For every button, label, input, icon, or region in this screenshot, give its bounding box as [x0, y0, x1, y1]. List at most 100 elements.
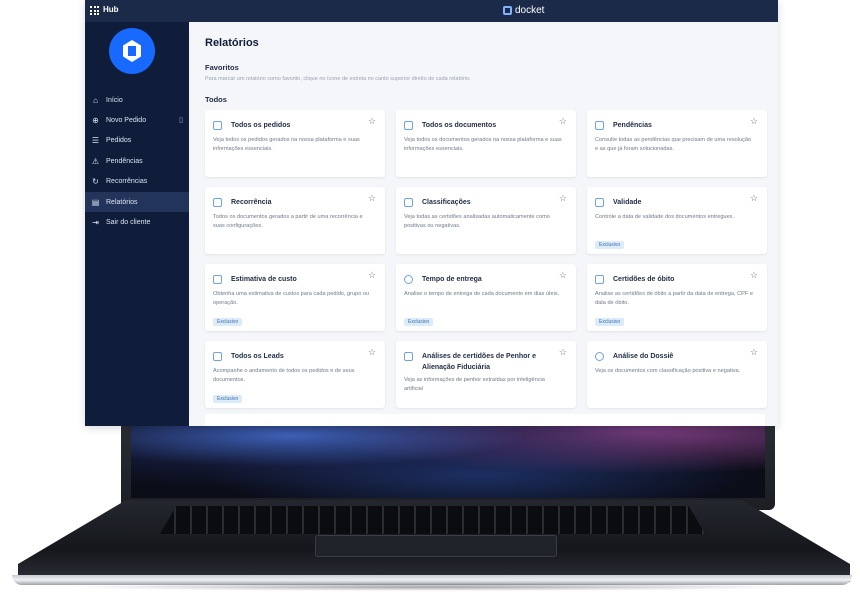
- client-logo[interactable]: [109, 28, 155, 74]
- warning-icon: ⚠: [91, 156, 100, 166]
- report-card-description: Obtenha uma estimativa de custos para ca…: [213, 291, 370, 306]
- report-card-validade[interactable]: Validade ☆ Controle a data de validade d…: [587, 187, 767, 254]
- report-card-description: Analise as certidões de óbito a partir d…: [595, 291, 753, 306]
- report-card-estimativa-de-custo[interactable]: Estimativa de custo ☆ Obtenha uma estima…: [205, 264, 385, 331]
- star-icon[interactable]: ☆: [750, 116, 758, 127]
- star-icon[interactable]: ☆: [750, 193, 758, 204]
- top-bar: Hub docket: [85, 0, 778, 22]
- report-card-description: Controle a data de validade dos document…: [595, 214, 735, 220]
- report-card-description: Veja todos os documentos gerados na noss…: [404, 137, 562, 152]
- document-icon: [404, 352, 413, 361]
- report-card-title: Classificações: [422, 199, 471, 206]
- star-icon[interactable]: ☆: [368, 270, 376, 281]
- brand-name: docket: [515, 5, 545, 16]
- star-icon[interactable]: ☆: [559, 116, 567, 127]
- app-window: Hub docket ⌂ Início ⊕ Novo Pedido ▯ ☰ Pe…: [85, 0, 778, 426]
- sidebar-item-pedidos[interactable]: ☰ Pedidos: [85, 131, 189, 151]
- document-icon: [213, 198, 222, 207]
- sidebar-nav: ⌂ Início ⊕ Novo Pedido ▯ ☰ Pedidos ⚠ Pen…: [85, 90, 189, 233]
- report-card-todos-os-leads[interactable]: Todos os Leads ☆ Acompanhe o andamento d…: [205, 341, 385, 408]
- sidebar-item-relatorios[interactable]: ▤ Relatórios: [85, 191, 189, 213]
- apps-grid-icon[interactable]: [90, 6, 99, 15]
- clock-icon: [404, 275, 413, 284]
- document-icon: [404, 121, 413, 130]
- warning-icon: [595, 121, 604, 130]
- report-card-title: Pendências: [613, 122, 652, 129]
- next-row-placeholder: [205, 414, 765, 426]
- report-card-title: Todos os Leads: [231, 353, 284, 360]
- docket-logo-icon: [123, 40, 141, 62]
- laptop-keyboard: [160, 506, 705, 534]
- report-card-title: Todos os pedidos: [231, 122, 291, 129]
- star-icon[interactable]: ☆: [559, 347, 567, 358]
- exclusive-badge: Exclusivo: [213, 318, 243, 326]
- report-card-classificacoes[interactable]: Classificações ☆ Veja todas as certidões…: [396, 187, 576, 254]
- sidebar-item-label: Pedidos: [106, 137, 132, 145]
- sidebar-item-sair-do-cliente[interactable]: ⇥ Sair do cliente: [85, 212, 189, 232]
- sidebar: ⌂ Início ⊕ Novo Pedido ▯ ☰ Pedidos ⚠ Pen…: [85, 22, 189, 426]
- report-card-analises-penhor[interactable]: Análises de certidões de Penhor e Aliena…: [396, 341, 576, 408]
- laptop-shadow: [60, 583, 800, 591]
- report-card-description: Analise o tempo de entrega de cada docum…: [404, 291, 560, 297]
- star-icon[interactable]: ☆: [368, 116, 376, 127]
- star-icon[interactable]: ☆: [368, 347, 376, 358]
- report-card-todos-os-documentos[interactable]: Todos os documentos ☆ Veja todos os docu…: [396, 110, 576, 177]
- report-card-certidoes-de-obito[interactable]: Certidões de óbito ☆ Analise as certidõe…: [587, 264, 767, 331]
- report-card-title: Todos os documentos: [422, 122, 497, 129]
- report-card-description: Veja os documentos com classificação pos…: [595, 368, 741, 374]
- exclusive-badge: Exclusivo: [595, 318, 625, 326]
- sidebar-item-pendencias[interactable]: ⚠ Pendências: [85, 151, 189, 171]
- report-card-todos-os-pedidos[interactable]: Todos os pedidos ☆ Veja todos os pedidos…: [205, 110, 385, 177]
- report-card-title: Análise do Dossiê: [613, 353, 674, 360]
- sidebar-item-label: Recorrências: [106, 178, 148, 186]
- search-document-icon: [595, 352, 604, 361]
- hourglass-icon: [595, 198, 604, 207]
- star-icon[interactable]: ☆: [750, 270, 758, 281]
- chart-icon: ▤: [91, 197, 100, 207]
- docket-logo-icon: [503, 6, 512, 15]
- sidebar-item-label: Início: [106, 96, 123, 104]
- sidebar-item-inicio[interactable]: ⌂ Início: [85, 90, 189, 110]
- report-card-title: Tempo de entrega: [422, 276, 482, 283]
- report-card-analise-do-dossie[interactable]: Análise do Dossiê ☆ Veja os documentos c…: [587, 341, 767, 408]
- laptop-wallpaper: [131, 420, 765, 498]
- report-card-description: Veja todas as certidões analisadas autom…: [404, 214, 550, 229]
- report-card-title: Certidões de óbito: [613, 276, 675, 283]
- report-card-pendencias[interactable]: Pendências ☆ Consulte todas as pendência…: [587, 110, 767, 177]
- sidebar-item-label: Relatórios: [106, 198, 138, 206]
- brand: docket: [503, 5, 544, 16]
- sidebar-item-label: Sair do cliente: [106, 219, 151, 227]
- plus-icon: ⊕: [92, 116, 99, 126]
- exclusive-badge: Exclusivo: [404, 318, 434, 326]
- favorites-hint: Para marcar um relatório como favorito, …: [205, 76, 471, 82]
- star-icon[interactable]: ☆: [559, 270, 567, 281]
- sidebar-item-label: Pendências: [106, 157, 143, 165]
- report-card-title: Recorrência: [231, 199, 272, 206]
- folder-icon: [213, 121, 222, 130]
- list-icon: ☰: [91, 136, 100, 146]
- star-icon[interactable]: ☆: [750, 347, 758, 358]
- document-icon: [595, 275, 604, 284]
- page-title: Relatórios: [205, 37, 259, 49]
- laptop-lid: [121, 420, 775, 510]
- sidebar-item-label: Novo Pedido: [106, 117, 147, 125]
- exclusive-badge: Exclusivo: [213, 395, 243, 403]
- all-reports-heading: Todos: [205, 95, 227, 104]
- main-content: Relatórios Favoritos Para marcar um rela…: [189, 22, 778, 426]
- report-card-recorrencia[interactable]: Recorrência ☆ Todos os documentos gerado…: [205, 187, 385, 254]
- favorites-heading: Favoritos: [205, 63, 239, 72]
- refresh-icon: ↻: [92, 177, 99, 187]
- report-card-description: Consulte todas as pendências que precisa…: [595, 137, 752, 152]
- report-card-tempo-de-entrega[interactable]: Tempo de entrega ☆ Analise o tempo de en…: [396, 264, 576, 331]
- calculator-icon: [213, 275, 222, 284]
- hub-label[interactable]: Hub: [103, 5, 119, 14]
- star-icon[interactable]: ☆: [559, 193, 567, 204]
- star-icon[interactable]: ☆: [368, 193, 376, 204]
- report-card-description: Acompanhe o andamento de todos os pedido…: [213, 368, 355, 383]
- document-icon: ▯: [179, 117, 183, 125]
- report-card-title: Estimativa de custo: [231, 276, 297, 283]
- sidebar-item-recorrencias[interactable]: ↻ Recorrências: [85, 172, 189, 192]
- home-icon: ⌂: [93, 95, 98, 105]
- sidebar-item-novo-pedido[interactable]: ⊕ Novo Pedido ▯: [85, 110, 189, 130]
- report-card-description: Veja as informações de penhor extraídas …: [404, 377, 545, 392]
